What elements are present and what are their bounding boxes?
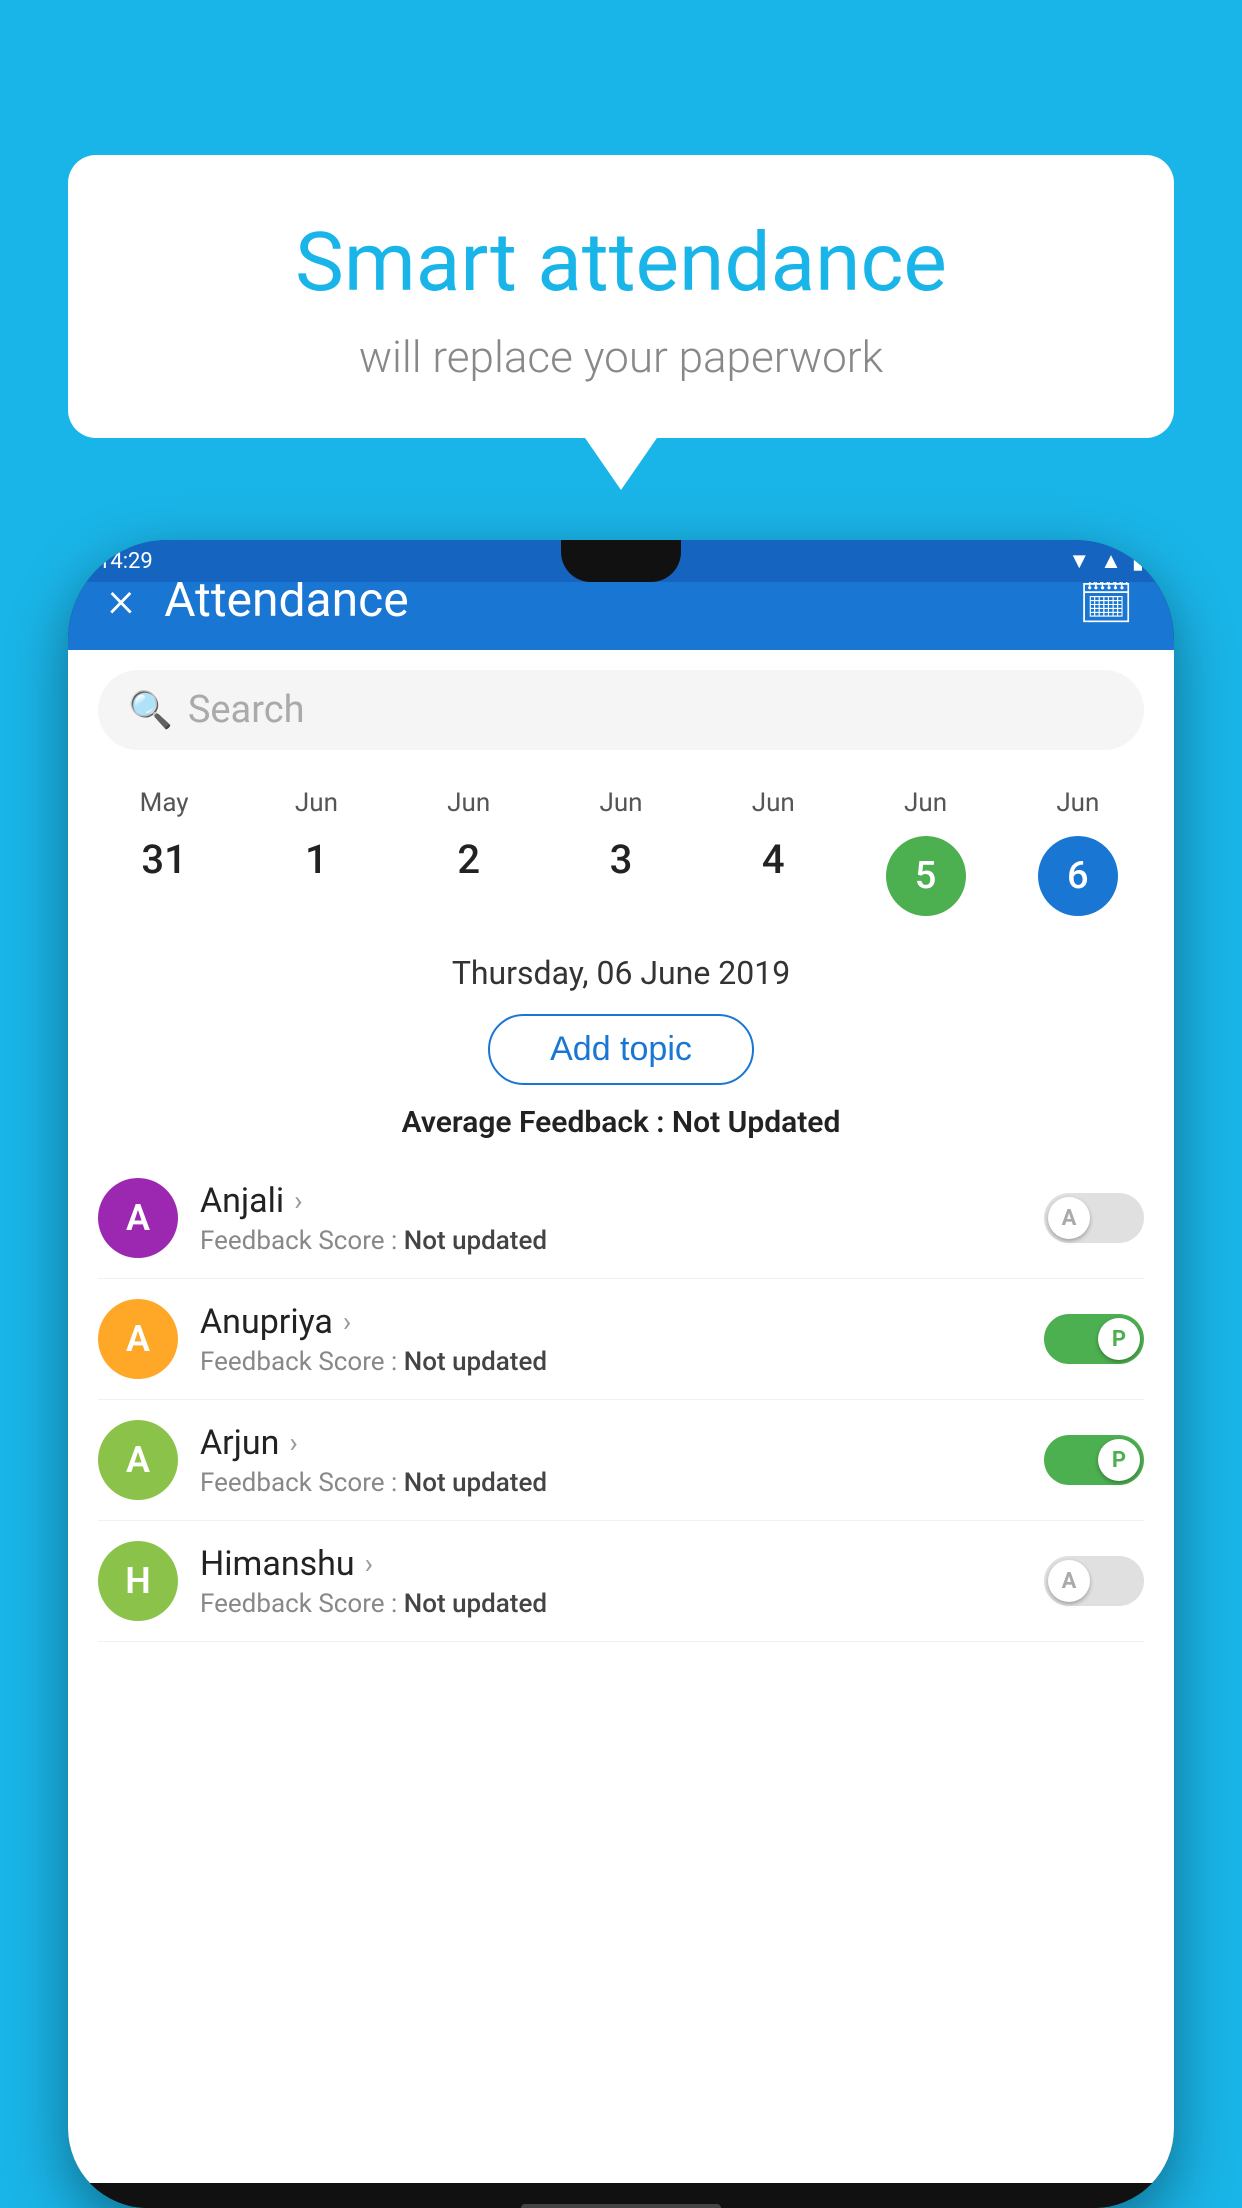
date-months-row: May Jun Jun Jun Jun Jun Jun [68,780,1174,826]
search-placeholder: Search [188,688,305,732]
avg-feedback-value: Not Updated [672,1105,840,1140]
student-item-himanshu[interactable]: H Himanshu › Feedback Score : Not update… [98,1521,1144,1642]
day-4[interactable]: 4 [697,826,849,926]
month-4[interactable]: Jun [697,780,849,826]
calendar-icon[interactable]: 🗓 [1078,576,1134,628]
student-item-anjali[interactable]: A Anjali › Feedback Score : Not updated … [98,1158,1144,1279]
day-1[interactable]: 1 [240,826,392,926]
chevron-anjali: › [294,1184,302,1217]
status-icons: ▼ ▲ ▮ [1068,548,1144,574]
selected-date-label: Thursday, 06 June 2019 [68,936,1174,1004]
month-0[interactable]: May [88,780,240,826]
phone-notch [561,540,681,582]
toggle-knob-arjun: P [1098,1439,1140,1481]
chevron-himanshu: › [365,1547,373,1580]
speech-bubble: Smart attendance will replace your paper… [68,155,1174,438]
date-days-row: 31 1 2 3 4 5 6 [68,826,1174,926]
month-1[interactable]: Jun [240,780,392,826]
phone-frame: 14:29 ▼ ▲ ▮ × Attendance 🗓 🔍 Search May … [68,540,1174,2208]
speech-bubble-title: Smart attendance [118,215,1124,311]
toggle-knob-anjali: A [1048,1197,1090,1239]
avatar-anjali: A [98,1178,178,1258]
day-0[interactable]: 31 [88,826,240,926]
status-bar: 14:29 ▼ ▲ ▮ [68,540,1174,582]
date-selector: May Jun Jun Jun Jun Jun Jun 31 1 2 3 4 5… [68,770,1174,936]
student-name-anjali: Anjali › [200,1181,1022,1221]
toggle-arjun[interactable]: P [1044,1435,1144,1485]
day-5[interactable]: 5 [849,826,1001,926]
avatar-himanshu: H [98,1541,178,1621]
student-name-himanshu: Himanshu › [200,1544,1022,1584]
day-6-active[interactable]: 6 [1038,836,1118,916]
status-time: 14:29 [98,549,153,574]
chevron-arjun: › [289,1426,297,1459]
toggle-anupriya[interactable]: P [1044,1314,1144,1364]
avg-feedback-label: Average Feedback : [402,1105,672,1140]
signal-icon: ▲ [1100,548,1122,574]
avatar-anupriya: A [98,1299,178,1379]
student-name-anupriya: Anupriya › [200,1302,1022,1342]
avatar-arjun: A [98,1420,178,1500]
student-feedback-anupriya: Feedback Score : Not updated [200,1347,1022,1377]
day-5-active[interactable]: 5 [886,836,966,916]
phone-bottom [68,2183,1174,2208]
home-bar [521,2204,721,2208]
student-info-anjali: Anjali › Feedback Score : Not updated [200,1181,1022,1256]
speech-bubble-container: Smart attendance will replace your paper… [68,155,1174,438]
average-feedback: Average Feedback : Not Updated [68,1095,1174,1158]
toggle-knob-anupriya: P [1098,1318,1140,1360]
student-info-himanshu: Himanshu › Feedback Score : Not updated [200,1544,1022,1619]
toggle-knob-himanshu: A [1048,1560,1090,1602]
student-list: A Anjali › Feedback Score : Not updated … [68,1158,1174,1642]
search-icon: 🔍 [128,689,173,731]
wifi-icon: ▼ [1068,548,1090,574]
student-item-arjun[interactable]: A Arjun › Feedback Score : Not updated P [98,1400,1144,1521]
student-feedback-anjali: Feedback Score : Not updated [200,1226,1022,1256]
phone-screen: 🔍 Search May Jun Jun Jun Jun Jun Jun 31 … [68,650,1174,2183]
student-info-arjun: Arjun › Feedback Score : Not updated [200,1423,1022,1498]
day-3[interactable]: 3 [545,826,697,926]
toggle-himanshu[interactable]: A [1044,1556,1144,1606]
toggle-anjali[interactable]: A [1044,1193,1144,1243]
month-5[interactable]: Jun [849,780,1001,826]
student-info-anupriya: Anupriya › Feedback Score : Not updated [200,1302,1022,1377]
student-feedback-himanshu: Feedback Score : Not updated [200,1589,1022,1619]
student-feedback-arjun: Feedback Score : Not updated [200,1468,1022,1498]
month-3[interactable]: Jun [545,780,697,826]
month-6[interactable]: Jun [1002,780,1154,826]
speech-bubble-subtitle: will replace your paperwork [118,331,1124,383]
add-topic-button[interactable]: Add topic [488,1014,754,1085]
add-topic-container: Add topic [68,1014,1174,1085]
search-bar[interactable]: 🔍 Search [98,670,1144,750]
student-item-anupriya[interactable]: A Anupriya › Feedback Score : Not update… [98,1279,1144,1400]
day-6[interactable]: 6 [1002,826,1154,926]
close-button[interactable]: × [108,575,134,625]
battery-icon: ▮ [1132,549,1144,574]
day-2[interactable]: 2 [393,826,545,926]
chevron-anupriya: › [343,1305,351,1338]
month-2[interactable]: Jun [393,780,545,826]
student-name-arjun: Arjun › [200,1423,1022,1463]
